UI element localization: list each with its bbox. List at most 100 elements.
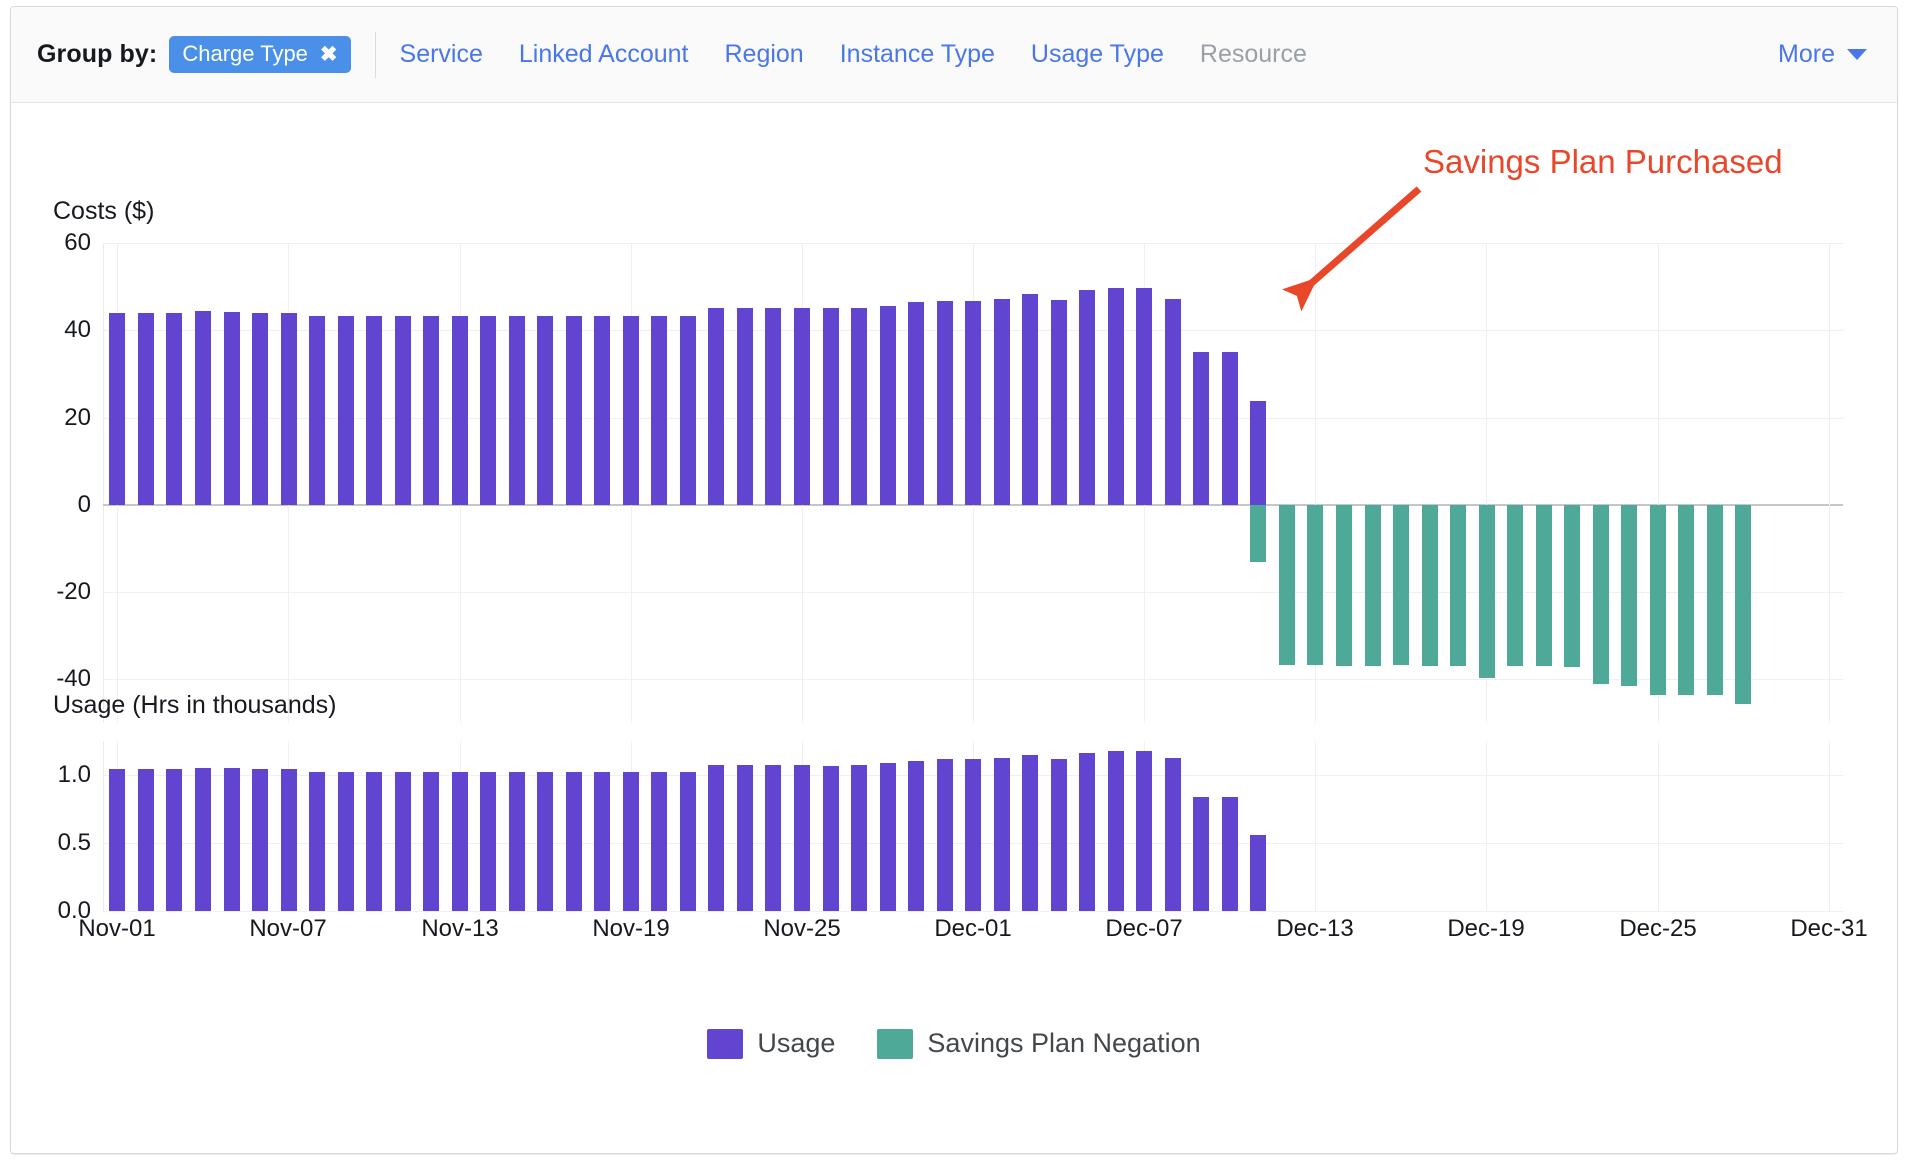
bar[interactable]: [937, 759, 953, 911]
bar[interactable]: [1022, 294, 1038, 504]
bar[interactable]: [1707, 505, 1723, 695]
bar[interactable]: [1022, 755, 1038, 911]
bar[interactable]: [851, 765, 867, 911]
bar[interactable]: [195, 311, 211, 505]
group-by-chip-charge-type[interactable]: Charge Type ✖: [169, 36, 350, 73]
bar[interactable]: [1279, 505, 1295, 666]
bar[interactable]: [1079, 753, 1095, 911]
bar[interactable]: [138, 313, 154, 505]
legend-item-savings-plan-negation[interactable]: Savings Plan Negation: [877, 1028, 1200, 1059]
bar[interactable]: [1678, 505, 1694, 695]
bar[interactable]: [338, 772, 354, 911]
bar[interactable]: [1507, 505, 1523, 666]
bar[interactable]: [594, 772, 610, 911]
bar[interactable]: [765, 765, 781, 911]
bar[interactable]: [1250, 835, 1266, 911]
bar[interactable]: [395, 316, 411, 505]
bar[interactable]: [195, 768, 211, 911]
bar[interactable]: [366, 316, 382, 505]
bar[interactable]: [823, 766, 839, 911]
bar[interactable]: [423, 772, 439, 911]
bar[interactable]: [1193, 797, 1209, 911]
bar[interactable]: [281, 769, 297, 911]
bar[interactable]: [1593, 505, 1609, 684]
bar[interactable]: [566, 316, 582, 505]
bar[interactable]: [309, 772, 325, 911]
bar[interactable]: [509, 772, 525, 911]
bar[interactable]: [281, 313, 297, 505]
bar[interactable]: [1536, 505, 1552, 666]
bar[interactable]: [1051, 759, 1067, 911]
bar[interactable]: [1222, 352, 1238, 505]
bar[interactable]: [1079, 290, 1095, 505]
bar[interactable]: [651, 772, 667, 911]
bar[interactable]: [708, 765, 724, 911]
bar[interactable]: [309, 316, 325, 505]
bar[interactable]: [1136, 288, 1152, 505]
dimension-link-instance-type[interactable]: Instance Type: [840, 40, 995, 69]
bar[interactable]: [338, 316, 354, 505]
bar[interactable]: [1165, 758, 1181, 911]
bar[interactable]: [994, 299, 1010, 505]
bar[interactable]: [452, 316, 468, 505]
bar[interactable]: [851, 308, 867, 505]
bar[interactable]: [1051, 300, 1067, 505]
bar[interactable]: [994, 758, 1010, 911]
bar[interactable]: [252, 313, 268, 505]
bar[interactable]: [1564, 505, 1580, 667]
bar[interactable]: [1422, 505, 1438, 666]
bar[interactable]: [1393, 505, 1409, 665]
bar[interactable]: [166, 769, 182, 911]
bar[interactable]: [224, 768, 240, 911]
bar[interactable]: [1193, 352, 1209, 505]
bar[interactable]: [480, 772, 496, 911]
bar[interactable]: [794, 765, 810, 911]
bar[interactable]: [880, 763, 896, 911]
bar[interactable]: [594, 316, 610, 505]
bar[interactable]: [109, 313, 125, 505]
bar[interactable]: [1307, 505, 1323, 666]
bar[interactable]: [1450, 505, 1466, 666]
dimension-link-usage-type[interactable]: Usage Type: [1031, 40, 1164, 69]
bar[interactable]: [737, 308, 753, 505]
legend-item-usage[interactable]: Usage: [707, 1028, 835, 1059]
bar[interactable]: [965, 759, 981, 911]
bar[interactable]: [452, 772, 468, 911]
bar[interactable]: [224, 312, 240, 505]
bar[interactable]: [1735, 505, 1751, 704]
more-dropdown[interactable]: More: [1778, 40, 1871, 69]
bar[interactable]: [1479, 505, 1495, 679]
bar[interactable]: [908, 761, 924, 911]
bar[interactable]: [109, 769, 125, 911]
bar[interactable]: [1650, 505, 1666, 695]
bar[interactable]: [965, 301, 981, 505]
bar[interactable]: [537, 772, 553, 911]
bar[interactable]: [395, 772, 411, 911]
bar[interactable]: [1165, 299, 1181, 505]
bar[interactable]: [1108, 288, 1124, 505]
bar[interactable]: [908, 302, 924, 505]
bar[interactable]: [480, 316, 496, 505]
bar[interactable]: [166, 313, 182, 505]
bar[interactable]: [423, 316, 439, 505]
bar[interactable]: [509, 316, 525, 505]
bar[interactable]: [537, 316, 553, 505]
bar[interactable]: [138, 769, 154, 911]
bar[interactable]: [708, 308, 724, 505]
bar[interactable]: [1621, 505, 1637, 687]
bar[interactable]: [794, 308, 810, 505]
bar[interactable]: [252, 769, 268, 911]
dimension-link-service[interactable]: Service: [400, 40, 483, 69]
bar[interactable]: [937, 301, 953, 505]
bar[interactable]: [1222, 797, 1238, 911]
bar[interactable]: [1336, 505, 1352, 666]
bar[interactable]: [623, 772, 639, 911]
bar[interactable]: [1365, 505, 1381, 666]
bar[interactable]: [1136, 751, 1152, 911]
bar[interactable]: [680, 772, 696, 911]
bar[interactable]: [366, 772, 382, 911]
bar[interactable]: [623, 316, 639, 505]
bar[interactable]: [880, 306, 896, 505]
dimension-link-region[interactable]: Region: [724, 40, 803, 69]
bar[interactable]: [823, 308, 839, 504]
